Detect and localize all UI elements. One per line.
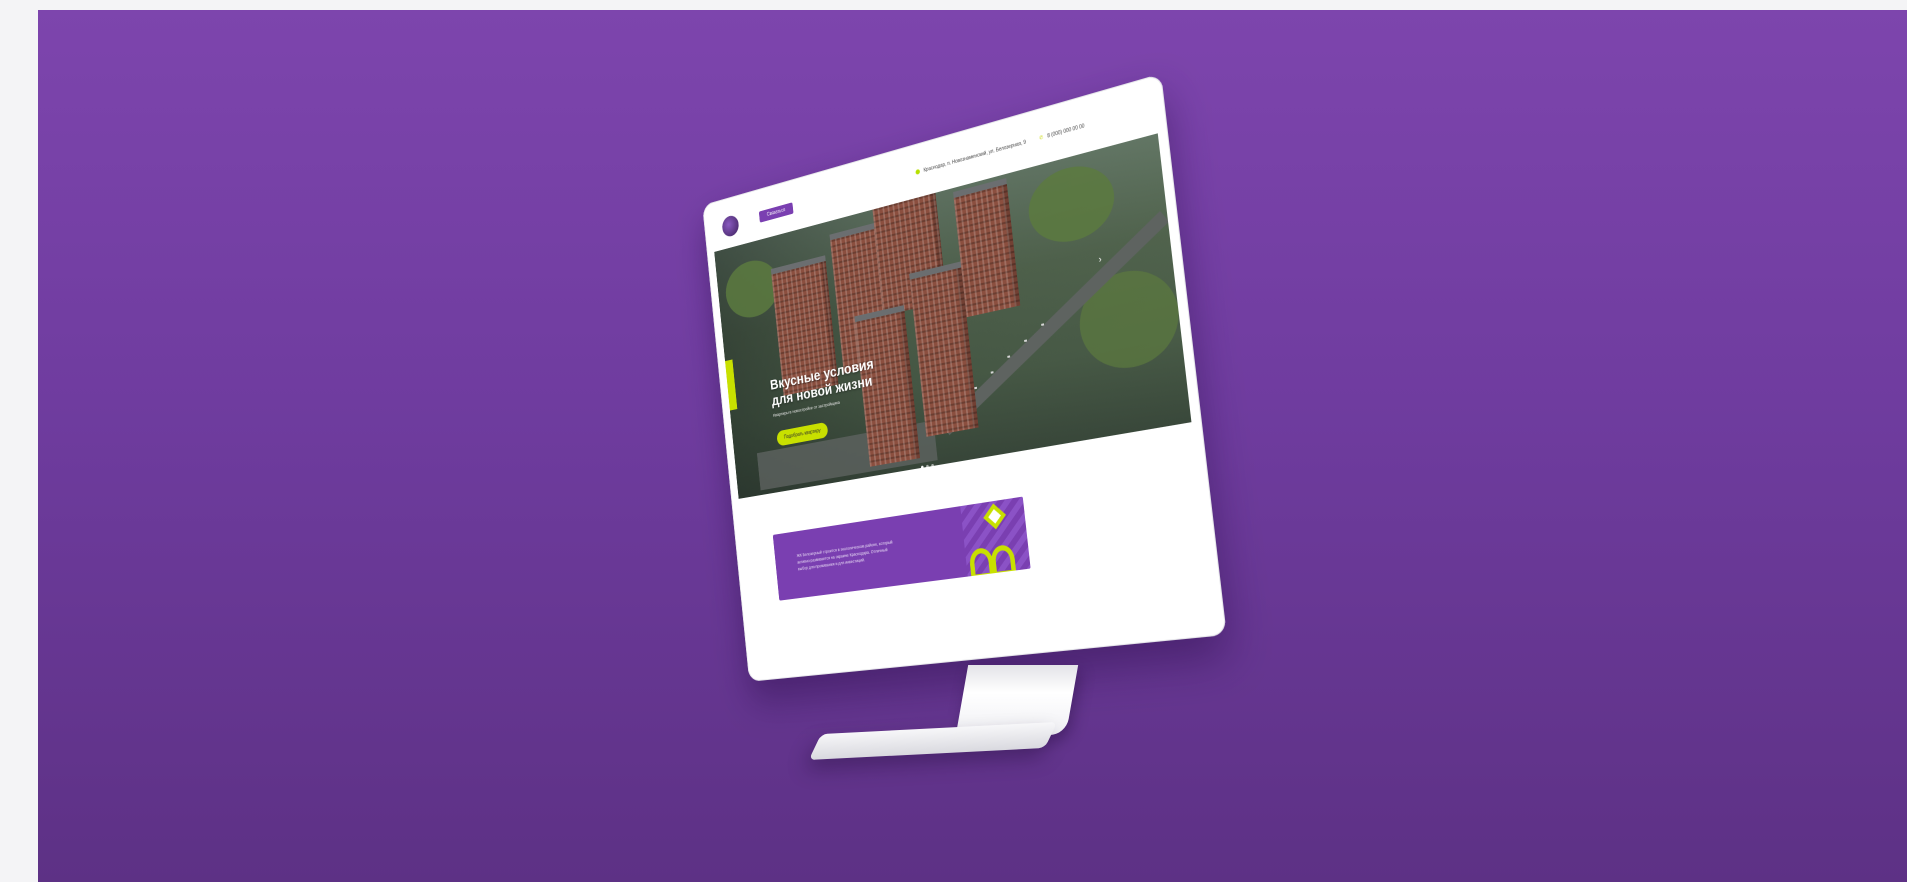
site-logo[interactable] bbox=[721, 213, 740, 239]
slider-dot[interactable] bbox=[931, 463, 935, 468]
contact-button[interactable]: Связаться bbox=[758, 202, 794, 223]
promo-text: ЖК Белозерный строится в экологическом р… bbox=[796, 539, 893, 572]
monitor-mockup: Связаться Краснодар, п. Новознаменский, … bbox=[702, 73, 1227, 682]
promo-section: ЖК Белозерный строится в экологическом р… bbox=[772, 496, 1031, 601]
monitor-bezel: Связаться Краснодар, п. Новознаменский, … bbox=[702, 73, 1227, 682]
phone[interactable]: ✆ 8 (000) 000 00 00 bbox=[1039, 123, 1085, 142]
hero-banner: Вкусные условия для новой жизни Квартиры… bbox=[714, 133, 1192, 499]
slider-dot[interactable] bbox=[920, 465, 924, 469]
website-screen: Связаться Краснодар, п. Новознаменский, … bbox=[710, 86, 1216, 672]
address-text: Краснодар, п. Новознаменский, ул. Белозе… bbox=[923, 139, 1027, 174]
phone-number: 8 (000) 000 00 00 bbox=[1047, 123, 1085, 140]
location-pin-icon bbox=[915, 169, 921, 176]
chevron-right-icon[interactable]: › bbox=[1098, 253, 1102, 264]
tree-cluster bbox=[1025, 156, 1119, 251]
slider-dot[interactable] bbox=[925, 464, 929, 469]
slider-dots bbox=[920, 453, 937, 473]
mockup-background: Связаться Краснодар, п. Новознаменский, … bbox=[38, 10, 1907, 882]
address: Краснодар, п. Новознаменский, ул. Белозе… bbox=[915, 139, 1027, 176]
phone-icon: ✆ bbox=[1039, 134, 1044, 142]
side-tab[interactable] bbox=[725, 359, 738, 411]
